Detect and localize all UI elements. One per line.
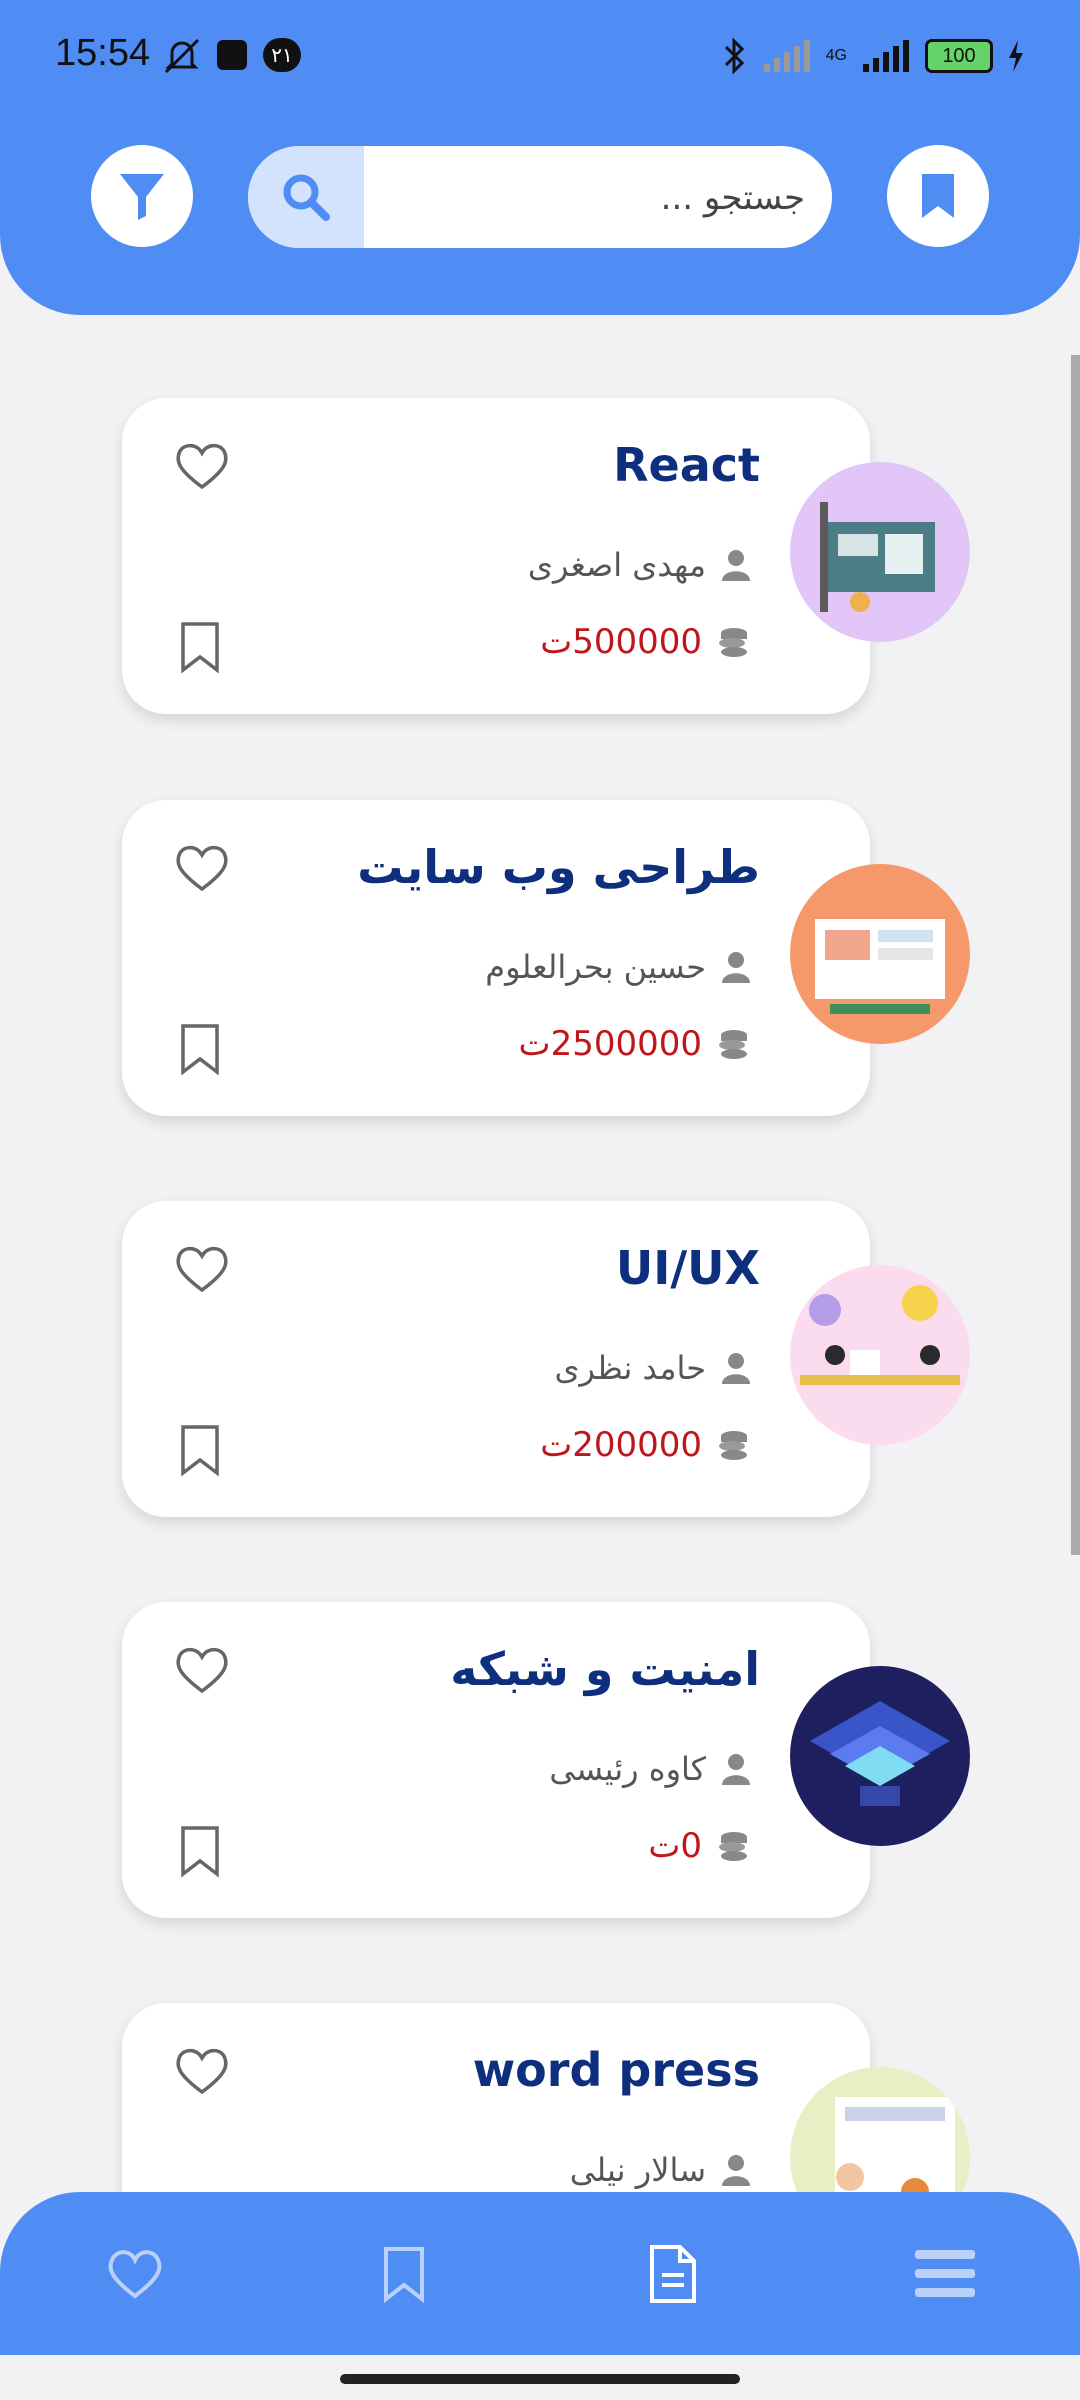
course-author: حسین بحرالعلوم xyxy=(485,948,706,986)
favorite-button[interactable] xyxy=(172,842,232,898)
bookmark-outline-icon xyxy=(181,1425,219,1477)
bookmark-button[interactable] xyxy=(178,1022,222,1080)
course-thumbnail[interactable] xyxy=(790,1666,970,1846)
heart-icon xyxy=(176,2048,228,2095)
user-icon xyxy=(722,952,750,983)
document-icon xyxy=(650,2245,696,2303)
course-author: کاوه رئیسی xyxy=(549,1750,706,1788)
course-card[interactable]: طراحی وب سایت حسین بحرالعلوم 2500000ت xyxy=(122,800,870,1116)
bookmark-button[interactable] xyxy=(178,1824,222,1882)
course-price-row: 0ت xyxy=(648,1824,752,1868)
favorite-button[interactable] xyxy=(172,440,232,496)
favorite-button[interactable] xyxy=(172,1644,232,1700)
heart-icon xyxy=(176,845,228,892)
course-card[interactable]: word press سالار نیلی xyxy=(122,2003,870,2195)
course-card[interactable]: React مهدی اصغری 500000ت xyxy=(122,398,870,714)
home-indicator[interactable] xyxy=(340,2374,740,2384)
user-icon xyxy=(722,2155,750,2186)
coins-icon xyxy=(719,1030,747,1059)
currency-label: ت xyxy=(648,1826,681,1866)
heart-icon xyxy=(176,1647,228,1694)
course-author: حامد نظری xyxy=(554,1349,707,1387)
course-thumbnail[interactable] xyxy=(790,1265,970,1445)
course-author-row: حسین بحرالعلوم xyxy=(485,945,752,989)
course-price-row: 2500000ت xyxy=(519,1022,752,1066)
scrollbar[interactable] xyxy=(1071,355,1080,1555)
course-card[interactable]: امنیت و شبکه کاوه رئیسی 0ت xyxy=(122,1602,870,1918)
course-title: React xyxy=(613,438,760,492)
course-illustration xyxy=(820,502,935,612)
heart-icon xyxy=(108,2250,162,2299)
course-price: 200000 xyxy=(572,1425,702,1465)
course-price: 500000 xyxy=(572,622,702,662)
bookmark-outline-icon xyxy=(181,622,219,674)
course-author-row: کاوه رئیسی xyxy=(549,1747,752,1791)
coins-icon xyxy=(719,628,747,657)
course-title: word press xyxy=(472,2043,760,2097)
course-list: React مهدی اصغری 500000ت طراحی وب سایت ح… xyxy=(0,0,1080,2195)
favorite-button[interactable] xyxy=(172,1243,232,1299)
user-icon xyxy=(722,1353,750,1384)
currency-label: ت xyxy=(540,1425,573,1465)
course-illustration xyxy=(810,1701,950,1806)
course-author-row: سالار نیلی xyxy=(570,2148,752,2192)
course-author-row: مهدی اصغری xyxy=(528,543,752,587)
bookmark-outline-icon xyxy=(384,2247,424,2303)
course-illustration xyxy=(800,1285,960,1385)
heart-icon xyxy=(176,443,228,490)
bookmark-outline-icon xyxy=(181,1024,219,1076)
course-title: امنیت و شبکه xyxy=(450,1642,760,1696)
nav-menu[interactable] xyxy=(915,2244,975,2304)
user-icon xyxy=(722,550,750,581)
course-author-row: حامد نظری xyxy=(555,1346,753,1390)
bookmark-button[interactable] xyxy=(178,620,222,678)
nav-bookmarks[interactable] xyxy=(374,2244,434,2304)
course-price-row: 200000ت xyxy=(540,1423,752,1467)
menu-icon xyxy=(915,2250,975,2297)
course-title: UI/UX xyxy=(615,1241,760,1295)
heart-icon xyxy=(176,1246,228,1293)
course-thumbnail[interactable] xyxy=(790,462,970,642)
bottom-nav xyxy=(0,2192,1080,2355)
nav-favorites[interactable] xyxy=(105,2244,165,2304)
course-illustration xyxy=(815,919,945,1014)
course-thumbnail[interactable] xyxy=(790,864,970,1044)
user-icon xyxy=(722,1754,750,1785)
course-price-row: 500000ت xyxy=(540,620,752,664)
course-price: 2500000 xyxy=(550,1024,702,1064)
course-card[interactable]: UI/UX حامد نظری 200000ت xyxy=(122,1201,870,1517)
coins-icon xyxy=(719,1832,747,1861)
course-author: سالار نیلی xyxy=(569,2151,706,2189)
currency-label: ت xyxy=(518,1024,551,1064)
favorite-button[interactable] xyxy=(172,2045,232,2101)
currency-label: ت xyxy=(540,622,573,662)
coins-icon xyxy=(719,1431,747,1460)
bookmark-outline-icon xyxy=(181,1826,219,1878)
nav-courses[interactable] xyxy=(643,2244,703,2304)
course-title: طراحی وب سایت xyxy=(357,840,760,894)
course-author: مهدی اصغری xyxy=(527,546,706,584)
bookmark-button[interactable] xyxy=(178,1423,222,1481)
course-price: 0 xyxy=(680,1826,702,1866)
